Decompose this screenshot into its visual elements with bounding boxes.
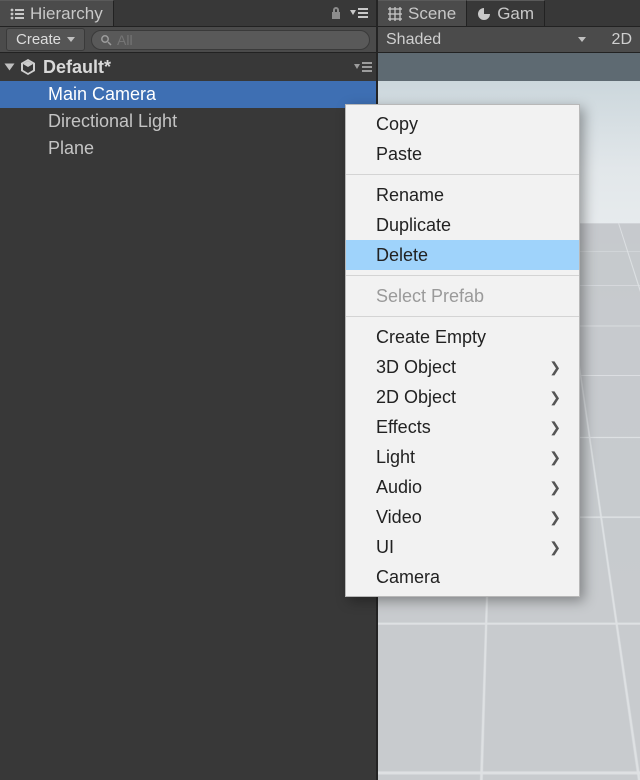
scene-tab[interactable]: Scene — [378, 0, 467, 26]
game-tab-label: Gam — [497, 4, 534, 24]
tree-item[interactable]: Main Camera — [0, 81, 376, 108]
menu-item-create-empty[interactable]: Create Empty — [346, 322, 579, 352]
chevron-right-icon: ❯ — [549, 509, 561, 526]
chevron-right-icon: ❯ — [549, 539, 561, 556]
chevron-right-icon: ❯ — [549, 479, 561, 496]
menu-item-label: Effects — [376, 417, 431, 438]
scene-tab-label: Scene — [408, 4, 456, 24]
panel-menu-icon[interactable] — [350, 7, 368, 19]
menu-separator — [346, 174, 579, 175]
sky-band — [378, 53, 640, 81]
create-button[interactable]: Create — [6, 28, 85, 51]
scene-grid-icon — [388, 7, 402, 21]
menu-item-ui[interactable]: UI ❯ — [346, 532, 579, 562]
menu-item-delete[interactable]: Delete — [346, 240, 579, 270]
chevron-down-icon — [578, 37, 586, 42]
hierarchy-tree: Main Camera Directional Light Plane — [0, 81, 376, 780]
menu-item-label: Copy — [376, 114, 418, 135]
menu-item-2d-object[interactable]: 2D Object ❯ — [346, 382, 579, 412]
list-icon — [10, 8, 24, 20]
chevron-right-icon: ❯ — [549, 389, 561, 406]
menu-item-audio[interactable]: Audio ❯ — [346, 472, 579, 502]
menu-item-label: Video — [376, 507, 422, 528]
2d-toggle[interactable]: 2D — [612, 31, 632, 49]
tree-item-label: Directional Light — [48, 111, 177, 132]
pacman-icon — [477, 7, 491, 21]
menu-item-label: 3D Object — [376, 357, 456, 378]
create-button-label: Create — [16, 31, 61, 48]
hierarchy-toolbar: Create — [0, 27, 376, 53]
chevron-right-icon: ❯ — [549, 419, 561, 436]
menu-item-label: Select Prefab — [376, 286, 484, 307]
menu-separator — [346, 275, 579, 276]
scene-menu-icon[interactable] — [354, 61, 372, 73]
menu-item-video[interactable]: Video ❯ — [346, 502, 579, 532]
menu-separator — [346, 316, 579, 317]
menu-item-copy[interactable]: Copy — [346, 109, 579, 139]
menu-item-label: Delete — [376, 245, 428, 266]
search-icon — [100, 34, 112, 46]
tree-item-label: Plane — [48, 138, 94, 159]
menu-item-paste[interactable]: Paste — [346, 139, 579, 169]
hierarchy-panel: Hierarchy Create — [0, 0, 378, 780]
menu-item-label: Audio — [376, 477, 422, 498]
chevron-right-icon: ❯ — [549, 359, 561, 376]
menu-item-select-prefab: Select Prefab — [346, 281, 579, 311]
menu-item-camera[interactable]: Camera — [346, 562, 579, 592]
chevron-down-icon — [67, 37, 75, 42]
menu-item-label: UI — [376, 537, 394, 558]
tree-item[interactable]: Plane — [0, 135, 376, 162]
menu-item-label: Duplicate — [376, 215, 451, 236]
scene-name: Default* — [43, 57, 111, 78]
menu-item-3d-object[interactable]: 3D Object ❯ — [346, 352, 579, 382]
menu-item-label: Camera — [376, 567, 440, 588]
menu-item-duplicate[interactable]: Duplicate — [346, 210, 579, 240]
foldout-icon[interactable] — [5, 64, 15, 71]
tree-item[interactable]: Directional Light — [0, 108, 376, 135]
hierarchy-search[interactable] — [91, 30, 370, 50]
game-tab[interactable]: Gam — [467, 0, 545, 26]
hierarchy-tab-row: Hierarchy — [0, 0, 376, 27]
menu-item-label: Rename — [376, 185, 444, 206]
hierarchy-tab[interactable]: Hierarchy — [0, 0, 114, 26]
menu-item-label: Paste — [376, 144, 422, 165]
hierarchy-tab-label: Hierarchy — [30, 4, 103, 24]
menu-item-label: Create Empty — [376, 327, 486, 348]
viewport-tab-row: Scene Gam — [378, 0, 640, 27]
menu-item-effects[interactable]: Effects ❯ — [346, 412, 579, 442]
menu-item-label: 2D Object — [376, 387, 456, 408]
unity-logo-icon — [19, 58, 37, 76]
context-menu: Copy Paste Rename Duplicate Delete Select Pre… — [345, 104, 580, 597]
shading-mode-dropdown[interactable]: Shaded — [386, 31, 441, 49]
menu-item-rename[interactable]: Rename — [346, 180, 579, 210]
menu-item-light[interactable]: Light ❯ — [346, 442, 579, 472]
viewport-toolbar: Shaded 2D — [378, 27, 640, 53]
tree-item-label: Main Camera — [48, 84, 156, 105]
search-input[interactable] — [117, 32, 361, 48]
menu-item-label: Light — [376, 447, 415, 468]
chevron-right-icon: ❯ — [549, 449, 561, 466]
lock-icon[interactable] — [330, 6, 342, 20]
scene-row[interactable]: Default* — [0, 53, 376, 81]
